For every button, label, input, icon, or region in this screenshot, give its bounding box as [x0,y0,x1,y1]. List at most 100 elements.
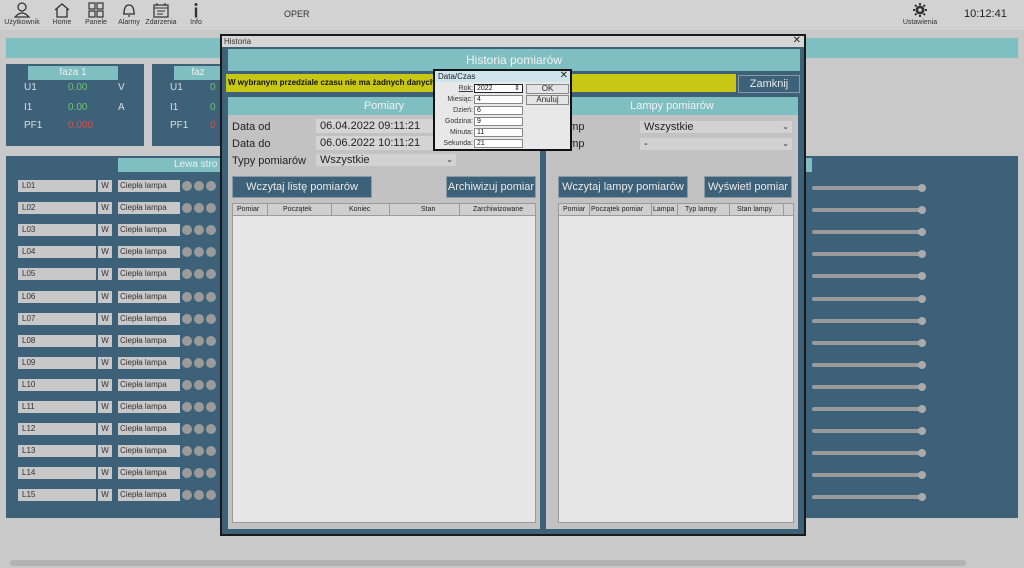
col-koniec[interactable]: Koniec [349,204,370,216]
line-select[interactable]: L02 [18,202,96,215]
w-button[interactable]: W [98,246,112,259]
measurement-types-select[interactable]: Wszystkie ⌄ [316,154,456,166]
w-button[interactable]: W [98,378,112,391]
w-button[interactable]: W [98,224,112,237]
day-field[interactable]: 6 [474,106,523,115]
w-button[interactable]: W [98,423,112,436]
w-button[interactable]: W [98,445,112,458]
w-button[interactable]: W [98,312,112,325]
hour-field[interactable]: 9 [474,117,523,126]
col-pomiar[interactable]: Pomiar [237,204,259,216]
line-select[interactable]: L11 [18,401,96,413]
line-select[interactable]: L06 [18,290,96,303]
line-select[interactable]: L01 [18,180,96,192]
lamp-type-select[interactable]: Ciepła lampa [118,445,180,458]
col-typ-lampy[interactable]: Typ lampy [685,204,717,216]
w-button[interactable]: W [98,401,112,413]
lamp-type-select[interactable]: Ciepła lampa [118,334,180,347]
line-select[interactable]: L03 [18,224,96,237]
alarms-button[interactable]: Alarmy [111,2,147,26]
line-slider[interactable] [812,206,926,215]
lamp-type-select[interactable]: Ciepła lampa [118,246,180,259]
line-slider[interactable] [812,338,926,347]
col-zarchiwizowane[interactable]: Zarchiwizowane [473,204,523,216]
line-slider[interactable] [812,427,926,436]
home-button[interactable]: Home [44,2,80,26]
line-slider[interactable] [812,272,926,281]
lamp-type-select[interactable]: Ciepła lampa [118,489,180,502]
lamp-type-select[interactable]: Ciepła lampa [118,356,180,369]
w-button[interactable]: W [98,180,112,192]
close-icon[interactable]: ✕ [793,35,801,46]
line-slider[interactable] [812,250,926,259]
minute-field[interactable]: 11 [474,128,523,137]
close-icon[interactable]: ✕ [560,70,568,81]
line-slider[interactable] [812,360,926,369]
w-button[interactable]: W [98,268,112,281]
line-select[interactable]: L15 [18,489,96,502]
w-button[interactable]: W [98,290,112,303]
date-to-field[interactable]: 06.06.2022 10:11:21 [316,136,448,150]
w-button[interactable]: W [98,356,112,369]
line-select[interactable]: L13 [18,445,96,458]
lamp-type-select[interactable]: Ciepła lampa [118,467,180,480]
line-select[interactable]: L09 [18,356,96,369]
w-button[interactable]: W [98,489,112,502]
w-button[interactable]: W [98,202,112,215]
col-pomiar[interactable]: Pomiar [563,204,585,216]
ok-button[interactable]: OK [526,84,569,94]
lamp-type-select[interactable]: Ciepła lampa [118,290,180,303]
lamp-type-select[interactable]: Ciepła lampa [118,202,180,215]
line-slider[interactable] [812,228,926,237]
lamps-table[interactable]: Pomiar Początek pomiar Lampa Typ lampy S… [558,203,794,523]
line-slider[interactable] [812,184,926,192]
line-select[interactable]: L05 [18,268,96,281]
line-select[interactable]: L10 [18,378,96,391]
lamp-type-select[interactable]: Ciepła lampa [118,378,180,391]
lamp-type-select[interactable]: Ciepła lampa [118,268,180,281]
line-slider[interactable] [812,382,926,391]
load-lamps-button[interactable]: Wczytaj lampy pomiarów [558,176,688,198]
lamp-type-select[interactable]: Ciepła lampa [118,224,180,237]
measurements-table[interactable]: Pomiar Początek Koniec Stan Zarchiwizowa… [232,203,536,523]
line-select[interactable]: L08 [18,334,96,347]
load-measurements-button[interactable]: Wczytaj listę pomiarów [232,176,372,198]
lamp-type-select[interactable]: Ciepła lampa [118,312,180,325]
show-measurement-button[interactable]: Wyświetl pomiar [704,176,792,198]
line-select[interactable]: L12 [18,423,96,436]
second-field[interactable]: 21 [474,139,523,148]
horizontal-scrollbar[interactable] [10,560,966,566]
line-select[interactable]: L07 [18,312,96,325]
year-spinbox[interactable]: 2022 ⇕ [474,84,523,93]
spinner-icon[interactable]: ⇕ [514,85,520,92]
lamp-groups-select[interactable]: Wszystkie ⌄ [640,121,792,133]
col-lampa[interactable]: Lampa [653,204,674,216]
lamp-types-select[interactable]: - ⌄ [640,138,792,150]
line-slider[interactable] [812,316,926,325]
line-slider[interactable] [812,493,926,502]
archive-measurement-button[interactable]: Archiwizuj pomiar [446,176,536,198]
col-stan[interactable]: Stan [421,204,435,216]
line-slider[interactable] [812,294,926,303]
line-select[interactable]: L04 [18,246,96,259]
line-slider[interactable] [812,449,926,458]
month-field[interactable]: 4 [474,95,523,104]
date-from-field[interactable]: 06.04.2022 09:11:21 [316,119,448,133]
lamp-type-select[interactable]: Ciepła lampa [118,401,180,413]
line-slider[interactable] [812,405,926,413]
line-slider[interactable] [812,471,926,480]
lamp-type-select[interactable]: Ciepła lampa [118,423,180,436]
panels-button[interactable]: Panele [78,2,114,26]
w-button[interactable]: W [98,467,112,480]
close-button[interactable]: Zamknij [738,75,800,93]
col-poczatek-pomiar[interactable]: Początek pomiar [591,204,643,216]
w-button[interactable]: W [98,334,112,347]
line-select[interactable]: L14 [18,467,96,480]
col-poczatek[interactable]: Początek [283,204,312,216]
lamp-type-select[interactable]: Ciepła lampa [118,180,180,192]
user-button[interactable]: Użytkownik [4,2,40,26]
cancel-button[interactable]: Anuluj [526,95,569,105]
events-button[interactable]: Zdarzenia [143,2,179,26]
settings-button[interactable]: Ustawienia [902,2,938,26]
col-stan-lampy[interactable]: Stan lampy [737,204,772,216]
